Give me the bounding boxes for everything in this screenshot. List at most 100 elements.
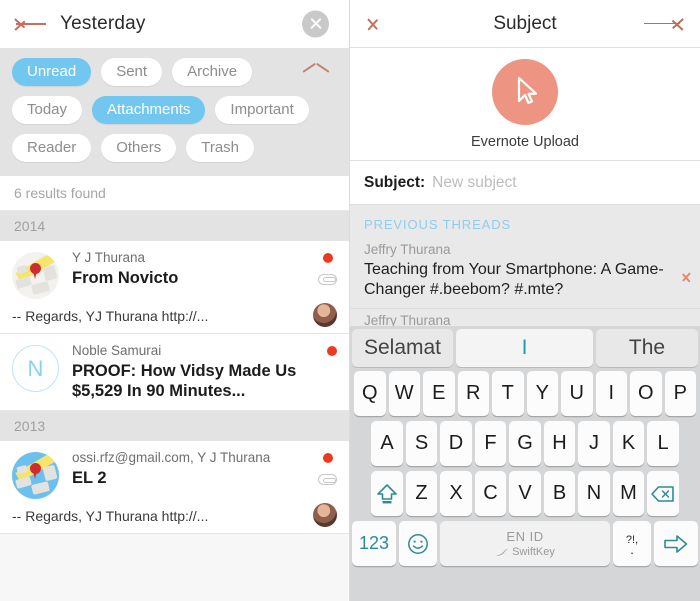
year-separator-2014: 2014 xyxy=(0,211,349,241)
list-item-meta xyxy=(318,453,337,486)
filter-chip-important[interactable]: Important xyxy=(215,96,309,124)
suggestion-bar: Selamat I The xyxy=(352,329,698,367)
map-thumbnail-icon xyxy=(12,252,59,299)
key-g[interactable]: G xyxy=(509,421,541,466)
key-d[interactable]: D xyxy=(440,421,472,466)
chevron-left-icon[interactable] xyxy=(367,12,382,36)
filter-row-2: Today Attachments Important xyxy=(12,96,337,124)
list-item-sender: Y J Thurana xyxy=(72,250,146,265)
right-arrow-icon[interactable] xyxy=(644,14,684,34)
key-i[interactable]: I xyxy=(595,371,627,416)
key-p[interactable]: P xyxy=(664,371,696,416)
recipient-area[interactable]: Evernote Upload xyxy=(350,48,700,161)
key-h[interactable]: H xyxy=(543,421,576,466)
key-k[interactable]: K xyxy=(612,421,645,466)
key-s[interactable]: S xyxy=(405,421,438,466)
suggestion-2[interactable]: I xyxy=(456,329,593,367)
app-root: Yesterday Unread Sent Archive Today Atta… xyxy=(0,0,700,601)
keyboard-row-3: Z X C V B N M xyxy=(352,471,698,516)
punct-bottom: . xyxy=(630,541,634,557)
key-o[interactable]: O xyxy=(630,371,662,416)
key-q[interactable]: Q xyxy=(354,371,386,416)
suggestion-3[interactable]: The xyxy=(596,329,698,367)
keyboard-row-4: 123 EN ID SwiftKey ?!, . xyxy=(352,521,698,566)
paperclip-icon xyxy=(318,474,337,486)
filter-chip-trash[interactable]: Trash xyxy=(186,134,255,162)
key-c[interactable]: C xyxy=(474,471,507,516)
year-separator-2013: 2013 xyxy=(0,411,349,442)
key-v[interactable]: V xyxy=(509,471,541,516)
list-item-sender: ossi.rfz@gmail.com, Y J Thurana xyxy=(72,450,271,466)
filter-row-3: Reader Others Trash xyxy=(12,134,337,162)
numeric-key[interactable]: 123 xyxy=(352,521,396,566)
avatar xyxy=(313,303,337,327)
punctuation-key[interactable]: ?!, . xyxy=(613,521,651,566)
key-f[interactable]: F xyxy=(474,421,507,466)
list-item-sender: Noble Samurai xyxy=(72,343,162,358)
filter-chip-others[interactable]: Others xyxy=(101,134,177,162)
unread-dot-icon xyxy=(322,453,333,464)
key-r[interactable]: R xyxy=(457,371,489,416)
subject-label: Subject: xyxy=(364,173,426,191)
key-x[interactable]: X xyxy=(440,471,472,516)
avatar xyxy=(492,59,558,125)
shift-up-icon[interactable] xyxy=(371,471,403,516)
page-title: Yesterday xyxy=(60,13,146,34)
key-u[interactable]: U xyxy=(561,371,593,416)
left-arrow-icon[interactable] xyxy=(14,14,48,34)
suggestion-1[interactable]: Selamat xyxy=(352,329,453,367)
key-z[interactable]: Z xyxy=(405,471,438,516)
key-n[interactable]: N xyxy=(578,471,610,516)
swiftkey-brand: SwiftKey xyxy=(495,546,555,558)
key-b[interactable]: B xyxy=(543,471,576,516)
key-m[interactable]: M xyxy=(612,471,645,516)
subject-input[interactable]: New subject xyxy=(432,174,516,192)
list-item-snippet: -- Regards, YJ Thurana http://... xyxy=(12,508,209,525)
keyboard-row-1: Q W E R T Y U I O P xyxy=(352,371,698,416)
list-item[interactable]: ossi.rfz@gmail.com, Y J Thurana EL 2 -- … xyxy=(0,441,349,535)
smiley-icon[interactable] xyxy=(399,521,437,566)
space-language-label: EN ID xyxy=(506,529,544,544)
swiftkey-label: SwiftKey xyxy=(512,546,555,558)
space-key[interactable]: EN ID SwiftKey xyxy=(440,521,610,566)
list-item-subject: EL 2 xyxy=(72,469,107,488)
subject-field-row[interactable]: Subject: New subject xyxy=(350,161,700,205)
search-results-panel: Yesterday Unread Sent Archive Today Atta… xyxy=(0,0,350,601)
thread-item[interactable]: Jeffry Thurana Teaching from Your Smartp… xyxy=(350,238,700,310)
previous-threads-heading: PREVIOUS THREADS xyxy=(364,217,512,232)
unread-dot-icon xyxy=(322,253,333,263)
list-item[interactable]: N Noble Samurai PROOF: How Vidsy Made Us… xyxy=(0,334,349,412)
list-item-meta xyxy=(327,346,337,356)
chevron-up-icon[interactable] xyxy=(302,62,330,80)
compose-panel: Subject Evernote Upload Subject: New sub… xyxy=(350,0,700,601)
key-e[interactable]: E xyxy=(423,371,455,416)
left-header: Yesterday xyxy=(0,0,349,48)
key-a[interactable]: A xyxy=(371,421,403,466)
key-j[interactable]: J xyxy=(578,421,610,466)
key-y[interactable]: Y xyxy=(526,371,558,416)
filter-chip-attachments[interactable]: Attachments xyxy=(92,96,206,124)
backspace-icon[interactable] xyxy=(647,471,679,516)
paperclip-icon xyxy=(318,274,337,285)
filter-chip-sent[interactable]: Sent xyxy=(101,58,163,86)
key-t[interactable]: T xyxy=(492,371,524,416)
compose-title: Subject xyxy=(493,12,557,34)
chevron-right-icon[interactable] xyxy=(680,268,691,286)
filter-row-1: Unread Sent Archive xyxy=(12,58,337,86)
recipient-name: Evernote Upload xyxy=(470,134,579,150)
thread-sender: Jeffry Thurana xyxy=(364,242,451,257)
key-l[interactable]: L xyxy=(647,421,679,466)
right-header: Subject xyxy=(350,0,700,48)
filter-chip-archive[interactable]: Archive xyxy=(172,58,253,86)
swiftkey-logo-icon xyxy=(496,548,509,556)
virtual-keyboard: Selamat I The Q W E R T Y U I O P A S D … xyxy=(350,326,700,601)
filter-chip-reader[interactable]: Reader xyxy=(12,134,92,162)
filter-chip-unread[interactable]: Unread xyxy=(12,58,92,86)
filter-chip-today[interactable]: Today xyxy=(12,96,83,124)
enter-arrow-icon[interactable] xyxy=(654,521,698,566)
close-circle-icon[interactable] xyxy=(302,10,329,38)
list-item-subject: PROOF: How Vidsy Made Us $5,529 In 90 Mi… xyxy=(72,362,297,401)
key-w[interactable]: W xyxy=(388,371,420,416)
list-item[interactable]: Y J Thurana From Novicto -- Regards, YJ … xyxy=(0,241,349,334)
results-count: 6 results found xyxy=(0,176,349,211)
